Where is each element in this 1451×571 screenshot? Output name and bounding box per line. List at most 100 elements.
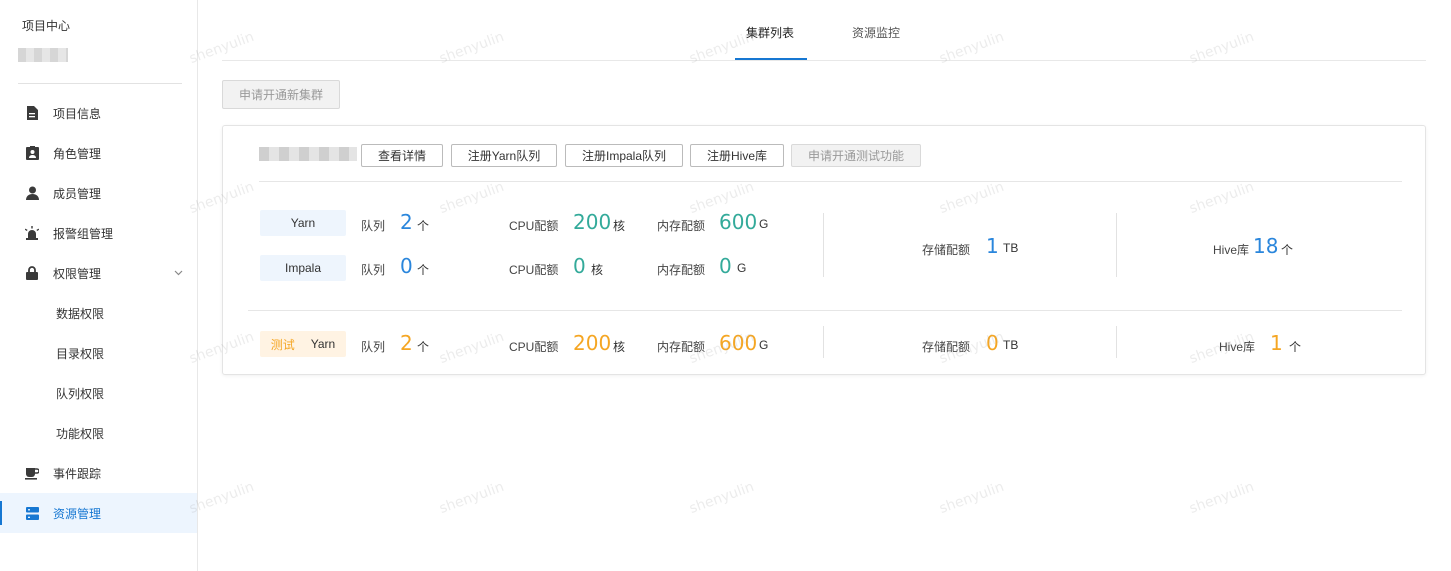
- sidebar-item-project-info[interactable]: 项目信息: [0, 93, 197, 133]
- storage-unit: TB: [1003, 338, 1019, 352]
- sidebar-item-members[interactable]: 成员管理: [0, 173, 197, 213]
- sidebar-item-resource-management[interactable]: 资源管理: [0, 493, 197, 533]
- view-details-button[interactable]: 查看详情: [361, 144, 443, 167]
- register-yarn-queue-button[interactable]: 注册Yarn队列: [451, 144, 557, 167]
- column-divider: [823, 326, 824, 358]
- storage-quota-label: 存储配额: [922, 340, 971, 354]
- sidebar-item-directory-permission[interactable]: 目录权限: [0, 333, 197, 373]
- register-hive-db-button[interactable]: 注册Hive库: [690, 144, 784, 167]
- project-center-title: 项目中心: [22, 19, 71, 33]
- sidebar-item-label: 权限管理: [53, 266, 102, 281]
- column-divider: [823, 213, 824, 277]
- lock-icon: [24, 265, 40, 281]
- hive-db-unit: 个: [1289, 340, 1302, 354]
- sidebar-item-label: 角色管理: [53, 146, 102, 161]
- id-badge-icon: [24, 145, 40, 161]
- test-queue-count: 2: [400, 331, 413, 355]
- column-divider: [1116, 213, 1117, 277]
- watermark: shenyulin: [437, 478, 507, 518]
- chevron-down-icon: [174, 266, 183, 280]
- watermark: shenyulin: [1187, 478, 1257, 518]
- watermark: shenyulin: [687, 478, 757, 518]
- cpu-unit: 核: [613, 219, 626, 233]
- storage-quota-value: 1: [986, 234, 999, 258]
- impala-cpu-quota: 0: [573, 254, 586, 278]
- hive-db-unit: 个: [1281, 243, 1294, 257]
- memory-unit: G: [737, 261, 747, 275]
- test-storage-quota: 0: [986, 331, 999, 355]
- test-hive-db-count: 1: [1270, 331, 1283, 355]
- project-name-redacted: [18, 48, 68, 62]
- cluster-card: 查看详情 注册Yarn队列 注册Impala队列 注册Hive库 申请开通测试功…: [222, 125, 1426, 375]
- yarn-queue-count: 2: [400, 210, 413, 234]
- queue-unit: 个: [417, 219, 430, 233]
- queue-unit: 个: [417, 340, 430, 354]
- yarn-tag: Yarn: [260, 210, 346, 236]
- cup-icon: [24, 465, 40, 481]
- cpu-unit: 核: [613, 340, 626, 354]
- sidebar-item-data-permission[interactable]: 数据权限: [0, 293, 197, 333]
- file-icon: [24, 105, 40, 121]
- sidebar-item-label: 资源管理: [53, 506, 102, 521]
- test-tag-label: Yarn: [310, 337, 336, 351]
- column-divider: [1116, 326, 1117, 358]
- user-icon: [24, 185, 40, 201]
- cluster-name-redacted: [259, 147, 357, 161]
- sidebar-item-permissions[interactable]: 权限管理: [0, 253, 197, 293]
- queue-unit: 个: [417, 263, 430, 277]
- impala-queue-count: 0: [400, 254, 413, 278]
- memory-quota-label: 内存配额: [657, 263, 706, 277]
- sidebar-item-event-tracking[interactable]: 事件跟踪: [0, 453, 197, 493]
- register-impala-queue-button[interactable]: 注册Impala队列: [565, 144, 683, 167]
- card-divider: [259, 181, 1402, 182]
- apply-new-cluster-button[interactable]: 申请开通新集群: [222, 80, 340, 109]
- server-icon: [24, 505, 40, 521]
- yarn-cpu-quota: 200: [573, 210, 612, 234]
- sidebar-item-queue-permission[interactable]: 队列权限: [0, 373, 197, 413]
- cpu-quota-label: CPU配额: [509, 219, 559, 233]
- cpu-quota-label: CPU配额: [509, 263, 559, 277]
- memory-quota-label: 内存配额: [657, 340, 706, 354]
- queue-label: 队列: [361, 263, 386, 277]
- sidebar-item-label: 队列权限: [56, 386, 105, 401]
- sidebar-item-label: 功能权限: [56, 426, 105, 441]
- test-prefix: 测试: [270, 337, 295, 352]
- impala-memory-quota: 0: [719, 254, 732, 278]
- tab-active-indicator: [735, 58, 807, 60]
- apply-test-feature-button[interactable]: 申请开通测试功能: [791, 144, 921, 167]
- cpu-unit: 核: [591, 263, 604, 277]
- test-section-divider: [248, 310, 1402, 311]
- memory-unit: G: [759, 217, 769, 231]
- memory-unit: G: [759, 338, 769, 352]
- impala-tag: Impala: [260, 255, 346, 281]
- tab-resource-monitor[interactable]: 资源监控: [852, 24, 900, 41]
- cpu-quota-label: CPU配额: [509, 340, 559, 354]
- watermark: shenyulin: [937, 478, 1007, 518]
- sidebar-item-label: 数据权限: [56, 306, 105, 321]
- sidebar-item-label: 项目信息: [53, 106, 102, 121]
- yarn-memory-quota: 600: [719, 210, 758, 234]
- hive-db-label: Hive库: [1213, 243, 1250, 257]
- queue-label: 队列: [361, 219, 386, 233]
- test-yarn-tag: 测试 Yarn: [260, 331, 346, 357]
- sidebar: 项目中心 项目信息 角色管理 成员管理 报警组管理 权限管理 数据权限 目录权限…: [0, 0, 198, 571]
- sidebar-item-alarm-groups[interactable]: 报警组管理: [0, 213, 197, 253]
- test-cpu-quota: 200: [573, 331, 612, 355]
- sidebar-item-label: 报警组管理: [53, 226, 114, 241]
- sidebar-divider: [18, 83, 182, 84]
- queue-label: 队列: [361, 340, 386, 354]
- storage-quota-label: 存储配额: [922, 243, 971, 257]
- storage-unit: TB: [1003, 241, 1019, 255]
- tab-bar: 集群列表 资源监控: [222, 0, 1426, 61]
- sidebar-item-label: 事件跟踪: [53, 466, 102, 481]
- memory-quota-label: 内存配额: [657, 219, 706, 233]
- tab-cluster-list[interactable]: 集群列表: [746, 24, 794, 41]
- sidebar-item-label: 成员管理: [53, 186, 102, 201]
- sidebar-item-label: 目录权限: [56, 346, 105, 361]
- sidebar-item-roles[interactable]: 角色管理: [0, 133, 197, 173]
- alarm-icon: [24, 225, 40, 241]
- hive-db-count: 18: [1253, 234, 1279, 258]
- sidebar-item-function-permission[interactable]: 功能权限: [0, 413, 197, 453]
- test-memory-quota: 600: [719, 331, 758, 355]
- hive-db-label: Hive库: [1219, 340, 1256, 354]
